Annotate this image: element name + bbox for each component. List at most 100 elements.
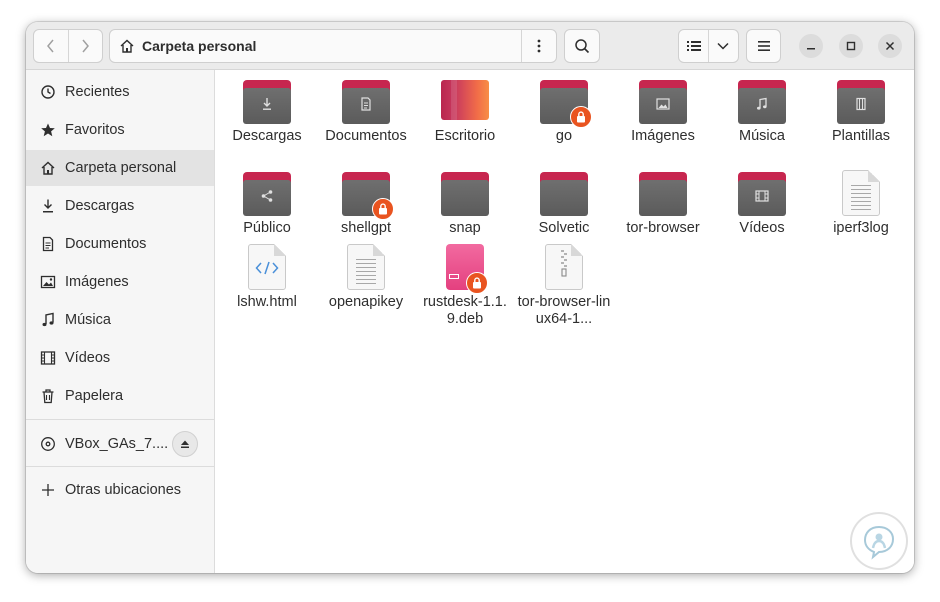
folder-icon [342, 172, 394, 220]
minimize-button[interactable] [799, 34, 823, 58]
folder-icon [540, 172, 588, 216]
close-button[interactable] [878, 34, 902, 58]
star-icon [40, 122, 56, 138]
file-label: rustdesk-1.1.9.deb [423, 294, 507, 327]
view-options-button[interactable] [709, 30, 738, 62]
sidebar-item-label: Favoritos [65, 122, 125, 138]
minimize-icon [807, 48, 815, 50]
hamburger-icon [757, 41, 770, 51]
sidebar-item-label: Recientes [65, 84, 130, 100]
folder-icon [243, 172, 291, 216]
eject-button[interactable] [172, 431, 198, 457]
header-bar: Carpeta personal [26, 22, 914, 70]
file-item-tor-browser[interactable]: tor-browser [615, 172, 711, 237]
chevron-right-icon [82, 39, 90, 53]
search-button[interactable] [564, 29, 600, 63]
file-label: snap [449, 220, 481, 236]
clock-icon [40, 84, 56, 100]
share-icon [259, 188, 275, 204]
folder-icon [738, 80, 786, 124]
file-item-publico[interactable]: Público [219, 172, 315, 237]
view-toggle-group [678, 29, 739, 63]
text-file-icon [347, 244, 385, 290]
file-label: tor-browser-linux64-1... [517, 294, 611, 327]
sidebar-item-descargas[interactable]: Descargas [26, 188, 214, 224]
file-item-videos[interactable]: Vídeos [714, 172, 810, 237]
file-item-imagenes[interactable]: Imágenes [615, 80, 711, 145]
forward-button[interactable] [68, 30, 102, 62]
sidebar-item-favoritos[interactable]: Favoritos [26, 112, 214, 148]
chevron-down-icon [717, 42, 730, 50]
sidebar-item-label: Vídeos [65, 350, 111, 366]
path-menu-button[interactable] [521, 30, 556, 62]
file-item-lshw-html[interactable]: lshw.html [219, 244, 315, 311]
image-icon [40, 274, 56, 290]
document-icon [40, 236, 56, 252]
sidebar-item-label: Imágenes [65, 274, 129, 290]
folder-icon [639, 172, 687, 216]
file-label: Documentos [325, 128, 407, 144]
sidebar-item-label: Música [65, 312, 111, 328]
sidebar-item-videos[interactable]: Vídeos [26, 340, 214, 376]
file-item-documentos[interactable]: Documentos [318, 80, 414, 145]
file-label: Plantillas [831, 128, 891, 144]
file-item-snap[interactable]: snap [417, 172, 513, 237]
sidebar-item-label: VBox_GAs_7.... [65, 436, 169, 452]
file-item-escritorio[interactable]: Escritorio [417, 80, 513, 145]
sidebar-item-label: Carpeta personal [65, 160, 177, 176]
sidebar-item-label: Documentos [65, 236, 147, 252]
path-bar[interactable]: Carpeta personal [109, 29, 557, 63]
download-icon [40, 198, 56, 214]
sidebar-item-carpeta-personal[interactable]: Carpeta personal [26, 150, 214, 186]
home-icon [120, 39, 134, 53]
sidebar-item-label: Otras ubicaciones [65, 482, 182, 498]
sidebar-item-label: Descargas [65, 198, 135, 214]
file-label: Escritorio [434, 128, 496, 144]
file-item-openapikey[interactable]: openapikey [318, 244, 414, 311]
list-view-button[interactable] [679, 30, 708, 62]
sidebar-item-imagenes[interactable]: Imágenes [26, 264, 214, 300]
sidebar-item-musica[interactable]: Música [26, 302, 214, 338]
file-manager-window: Carpeta personal Recientes Favoritos Car… [26, 22, 914, 573]
maximize-button[interactable] [839, 34, 863, 58]
folder-icon [738, 172, 786, 216]
file-label: Vídeos [739, 220, 785, 236]
file-label: shellgpt [341, 220, 391, 236]
template-icon [853, 96, 869, 112]
lock-icon [466, 272, 488, 294]
file-label: iperf3log [833, 220, 889, 236]
file-label: tor-browser [626, 220, 700, 236]
lock-icon [372, 198, 394, 220]
file-grid: Descargas Documentos Escritorio go Imáge… [215, 70, 914, 573]
image-icon [655, 96, 671, 112]
file-item-shellgpt[interactable]: shellgpt [318, 172, 414, 237]
file-item-solvetic[interactable]: Solvetic [516, 172, 612, 237]
file-item-go[interactable]: go [516, 80, 612, 145]
file-item-descargas[interactable]: Descargas [219, 80, 315, 145]
folder-icon [342, 80, 390, 124]
html-file-icon [248, 244, 286, 290]
list-icon [686, 41, 701, 51]
file-item-iperf3log[interactable]: iperf3log [813, 170, 909, 237]
main-menu-button[interactable] [746, 29, 781, 63]
sidebar-item-otras-ubicaciones[interactable]: Otras ubicaciones [26, 472, 214, 508]
home-icon [40, 160, 56, 176]
eject-icon [181, 440, 189, 448]
back-button[interactable] [34, 30, 68, 62]
disc-icon [40, 436, 56, 452]
path-title: Carpeta personal [142, 38, 257, 54]
archive-file-icon [545, 244, 583, 290]
sidebar-item-documentos[interactable]: Documentos [26, 226, 214, 262]
folder-icon [639, 80, 687, 124]
sidebar-item-papelera[interactable]: Papelera [26, 378, 214, 414]
file-item-musica[interactable]: Música [714, 80, 810, 145]
file-item-plantillas[interactable]: Plantillas [813, 80, 909, 145]
sidebar-item-recientes[interactable]: Recientes [26, 74, 214, 110]
desktop-folder-icon [441, 80, 489, 124]
file-item-tor-browser-archive[interactable]: tor-browser-linux64-1... [516, 244, 612, 328]
file-item-rustdesk-deb[interactable]: rustdesk-1.1.9.deb [417, 244, 513, 328]
nav-buttons [33, 29, 103, 63]
file-label: Público [243, 220, 291, 236]
plus-icon [40, 482, 56, 498]
folder-icon [837, 80, 885, 124]
